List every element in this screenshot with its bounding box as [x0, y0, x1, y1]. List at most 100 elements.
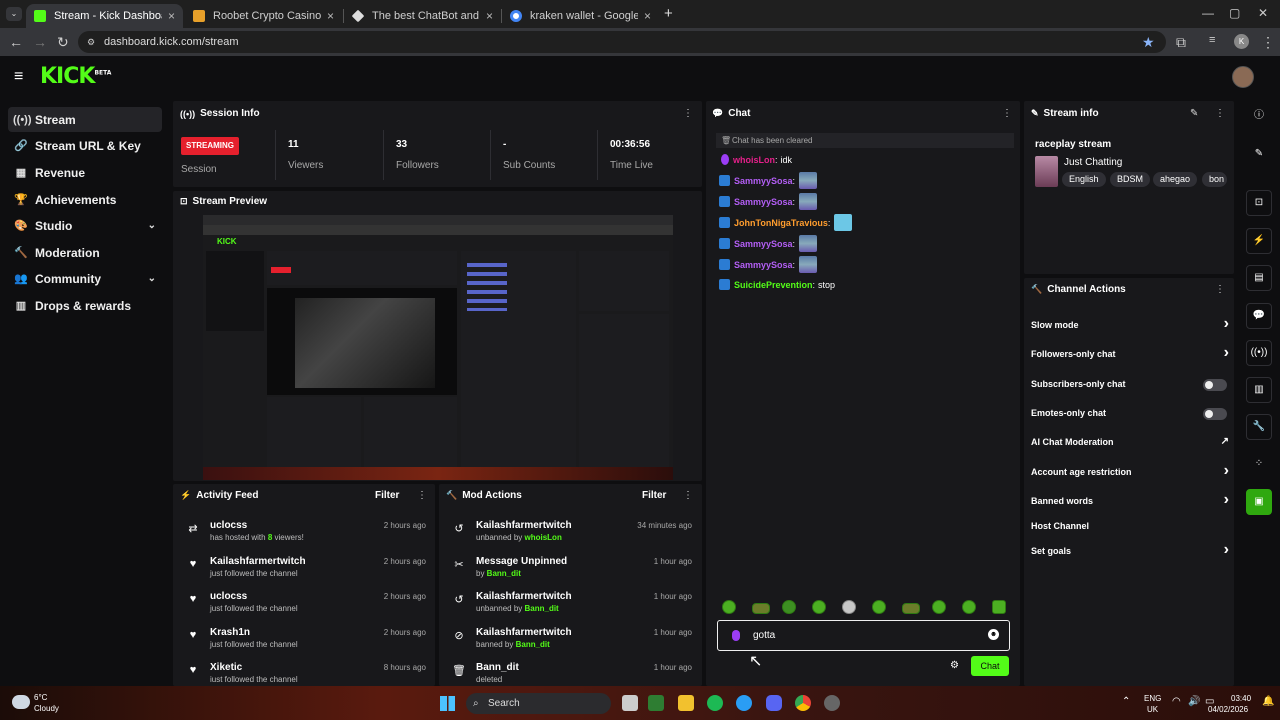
toggle-switch[interactable] — [1203, 408, 1227, 420]
volume-icon[interactable]: 🔊 — [1188, 696, 1200, 707]
edit-icon[interactable]: ✎ — [1246, 142, 1272, 168]
wrench-icon[interactable]: 🔧 — [1246, 414, 1272, 440]
emoji-picker-icon[interactable]: ☻ — [988, 629, 999, 640]
sidebar-item-studio[interactable]: 🎨 Studio ⌄ — [8, 213, 162, 238]
chat-username[interactable]: SammyySosa — [734, 260, 793, 270]
channel-action-subscribers-only-chat[interactable]: Subscribers-only chat — [1031, 377, 1229, 393]
activity-item[interactable]: ⇄ uclocss has hosted with 8 viewers! 2 hour… — [186, 520, 426, 554]
channel-action-emotes-only-chat[interactable]: Emotes-only chat — [1031, 406, 1229, 422]
document-icon[interactable]: ▤ — [1246, 265, 1272, 291]
spotify-icon[interactable] — [707, 695, 723, 711]
tab-close-icon[interactable]: × — [327, 9, 334, 23]
wifi-icon[interactable]: ◠ — [1172, 696, 1181, 707]
chevron-right-icon[interactable]: › — [1224, 315, 1229, 333]
reload-button[interactable]: ↻ — [57, 34, 69, 51]
profile-avatar[interactable]: K — [1234, 34, 1249, 49]
chat-settings-gear-icon[interactable]: ⚙ — [950, 660, 959, 671]
mod-action-item[interactable]: 🗑 Bann_dit deleted 1 hour ago — [452, 662, 692, 682]
tab-close-icon[interactable]: × — [644, 9, 651, 23]
moderator-name[interactable]: Bann_dit — [487, 569, 521, 578]
channel-action-slow-mode[interactable]: Slow mode › — [1031, 315, 1229, 334]
chat-username[interactable]: SammyySosa — [734, 239, 793, 249]
tab-close-icon[interactable]: × — [168, 9, 175, 23]
media-controls-icon[interactable]: ≡ — [1209, 34, 1215, 46]
browser-tab-google[interactable]: kraken wallet - Google Search × — [502, 4, 659, 28]
broadcast-icon[interactable]: ((•)) — [1246, 340, 1272, 366]
screen-icon[interactable]: ⊡ — [1246, 190, 1272, 216]
kick-logo[interactable]: KICKBETA — [40, 64, 111, 89]
chat-input[interactable]: gotta ☻ — [717, 620, 1010, 651]
stream-info-menu-icon[interactable]: ⋮ — [1215, 108, 1225, 119]
chevron-right-icon[interactable]: › — [1224, 344, 1229, 362]
session-info-menu-icon[interactable]: ⋮ — [683, 108, 693, 119]
chat-username[interactable]: SammyySosa — [734, 197, 793, 207]
back-button[interactable]: ← — [9, 34, 23, 50]
tray-overflow-icon[interactable]: ⌃ — [1122, 696, 1130, 707]
chat-menu-icon[interactable]: ⋮ — [1002, 108, 1012, 119]
sidebar-item-drops-rewards[interactable]: ▥ Drops & rewards — [8, 293, 162, 318]
channel-action-host-channel[interactable]: Host Channel — [1031, 519, 1229, 535]
mod-action-item[interactable]: ↺ Kailashfarmertwitch unbanned by whoisLon… — [452, 520, 692, 554]
mod-action-item[interactable]: ⊘ Kailashfarmertwitch banned by Bann_dit 1 … — [452, 627, 692, 661]
sidebar-item-stream[interactable]: ((•)) Stream — [8, 107, 162, 132]
chevron-right-icon[interactable]: › — [1224, 491, 1229, 509]
mod-menu-icon[interactable]: ⋮ — [683, 490, 693, 501]
channel-actions-menu-icon[interactable]: ⋮ — [1215, 284, 1225, 295]
emote-icon[interactable] — [752, 603, 770, 614]
url-input[interactable]: ⚙ dashboard.kick.com/stream — [78, 31, 1166, 53]
chat-message[interactable]: SuicidePrevention: stop — [719, 276, 835, 293]
edge-icon[interactable] — [736, 695, 752, 711]
info-icon[interactable]: ⓘ — [1246, 104, 1272, 130]
chat-message[interactable]: SammyySosa: — [719, 193, 818, 210]
file-explorer-icon[interactable] — [678, 695, 694, 711]
chevron-down-icon[interactable]: ⌄ — [148, 220, 156, 231]
moderator-name[interactable]: Bann_dit — [525, 604, 559, 613]
chat-username[interactable]: SammyySosa — [734, 176, 793, 186]
activity-item[interactable]: ♥ Kailashfarmertwitch just followed the ch… — [186, 556, 426, 590]
chat-message[interactable]: JohnTonNigaTravious: — [719, 214, 853, 231]
chat-username[interactable]: JohnTonNigaTravious — [734, 218, 828, 228]
user-avatar[interactable] — [1232, 66, 1254, 88]
chat-message[interactable]: SammyySosa: — [719, 235, 818, 252]
emote-icon[interactable] — [872, 600, 886, 614]
close-window-button[interactable]: ✕ — [1258, 6, 1268, 20]
stream-preview-video[interactable]: KICK — [203, 215, 673, 480]
site-info-icon[interactable]: ⚙ — [87, 31, 95, 53]
tag-english[interactable]: English — [1062, 172, 1106, 187]
browser-tab-kick[interactable]: Stream - Kick Dashboard × — [26, 4, 183, 28]
chevron-down-icon[interactable]: ⌄ — [148, 273, 156, 284]
moderator-name[interactable]: whoisLon — [525, 533, 562, 542]
emote-icon[interactable] — [962, 600, 976, 614]
browser-menu-icon[interactable]: ⋮ — [1261, 34, 1275, 51]
kick-green-widget-icon[interactable]: ▣ — [1246, 489, 1272, 515]
emote-icon[interactable] — [812, 600, 826, 614]
tag-ahegao[interactable]: ahegao — [1153, 172, 1198, 187]
tab-search-icon[interactable]: ⌄ — [6, 7, 22, 21]
emote-icon[interactable] — [722, 600, 736, 614]
widget-icon[interactable] — [648, 695, 664, 711]
chat-username[interactable]: whoisLon — [733, 155, 775, 165]
activity-filter-button[interactable]: Filter — [375, 490, 399, 501]
extensions-icon[interactable]: ⧉ — [1176, 34, 1186, 51]
discord-icon[interactable] — [766, 695, 782, 711]
bookmark-star-icon[interactable]: ★ — [1142, 34, 1155, 51]
task-view-icon[interactable] — [622, 695, 638, 711]
channel-action-banned-words[interactable]: Banned words › — [1031, 491, 1229, 510]
chat-message[interactable]: whoisLon: idk — [719, 151, 792, 168]
chrome-icon[interactable] — [795, 695, 811, 711]
sidebar-item-revenue[interactable]: ▦ Revenue — [8, 160, 162, 185]
forward-button[interactable]: → — [33, 34, 47, 50]
channel-action-account-age-restriction[interactable]: Account age restriction › — [1031, 462, 1229, 481]
browser-tab-chatbot[interactable]: The best ChatBot and Widg × — [344, 4, 501, 28]
maximize-button[interactable]: ▢ — [1229, 6, 1240, 20]
chevron-right-icon[interactable]: › — [1224, 541, 1229, 559]
moderator-name[interactable]: Bann_dit — [516, 640, 550, 649]
external-link-icon[interactable]: ↗ — [1221, 436, 1229, 447]
tag-bdsm[interactable]: BDSM — [1110, 172, 1151, 187]
emote-icon[interactable] — [902, 603, 920, 614]
send-chat-button[interactable]: Chat — [971, 656, 1009, 676]
browser-tab-roobet[interactable]: Roobet Crypto Casino | Best Bit × — [185, 4, 342, 28]
bolt-icon[interactable]: ⚡ — [1246, 228, 1272, 254]
notification-bell-icon[interactable]: 🔔 — [1262, 696, 1274, 707]
chat-message[interactable]: SammyySosa: — [719, 172, 818, 189]
